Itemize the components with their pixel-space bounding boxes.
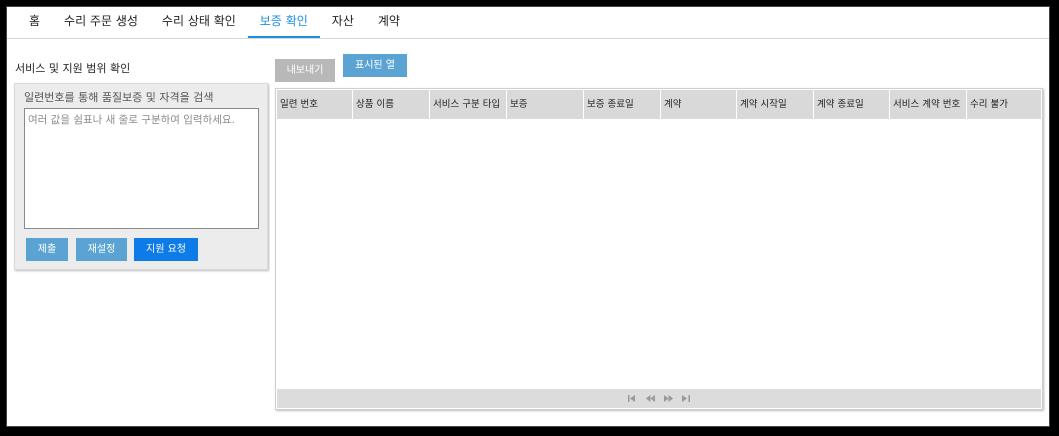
results-grid: 일련 번호 상품 이름 서비스 구분 타입 보증 보증 종료일 계약 계약 시작… [275, 88, 1043, 410]
next-page-icon[interactable] [663, 395, 673, 403]
tab-contracts[interactable]: 계약 [366, 7, 412, 38]
tab-assets[interactable]: 자산 [320, 7, 366, 38]
first-page-icon[interactable] [627, 395, 637, 403]
previous-page-icon[interactable] [645, 395, 655, 403]
request-support-button[interactable]: 지원 요청 [134, 238, 198, 261]
column-header-service-contract-number[interactable]: 서비스 계약 번호 [890, 90, 967, 119]
top-nav: 홈 수리 주문 생성 수리 상태 확인 보증 확인 자산 계약 [7, 7, 1049, 39]
export-button[interactable]: 내보내기 [275, 59, 335, 82]
column-header-contract-end[interactable]: 계약 종료일 [814, 90, 890, 119]
grid-pager [277, 389, 1041, 408]
grid-header: 일련 번호 상품 이름 서비스 구분 타입 보증 보증 종료일 계약 계약 시작… [277, 90, 1041, 119]
column-header-contract-start[interactable]: 계약 시작일 [737, 90, 814, 119]
column-header-warranty[interactable]: 보증 [507, 90, 584, 119]
column-header-not-repairable[interactable]: 수리 불가 [967, 90, 1041, 119]
column-header-contract[interactable]: 계약 [661, 90, 737, 119]
column-header-warranty-end[interactable]: 보증 종료일 [584, 90, 661, 119]
tab-warranty-check[interactable]: 보증 확인 [247, 7, 320, 38]
tab-repair-status[interactable]: 수리 상태 확인 [150, 7, 248, 38]
visible-columns-button[interactable]: 표시된 열 [343, 54, 407, 77]
app-window: 홈 수리 주문 생성 수리 상태 확인 보증 확인 자산 계약 서비스 및 지원… [6, 6, 1050, 427]
section-title: 서비스 및 지원 범위 확인 [15, 62, 131, 75]
tab-create-repair-order[interactable]: 수리 주문 생성 [52, 7, 150, 38]
tab-home[interactable]: 홈 [17, 7, 52, 38]
column-header-service-type[interactable]: 서비스 구분 타입 [430, 90, 507, 119]
serial-search-panel: 일련번호를 통해 품질보증 및 자격을 검색 제출 재설정 지원 요청 [14, 83, 268, 270]
last-page-icon[interactable] [681, 395, 691, 403]
search-caption: 일련번호를 통해 품질보증 및 자격을 검색 [24, 91, 214, 104]
column-header-serial-number[interactable]: 일련 번호 [277, 90, 353, 119]
reset-button[interactable]: 재설정 [76, 238, 127, 261]
column-header-product-name[interactable]: 상품 이름 [353, 90, 430, 119]
serial-number-input[interactable] [24, 108, 259, 229]
submit-button[interactable]: 제출 [26, 238, 68, 261]
